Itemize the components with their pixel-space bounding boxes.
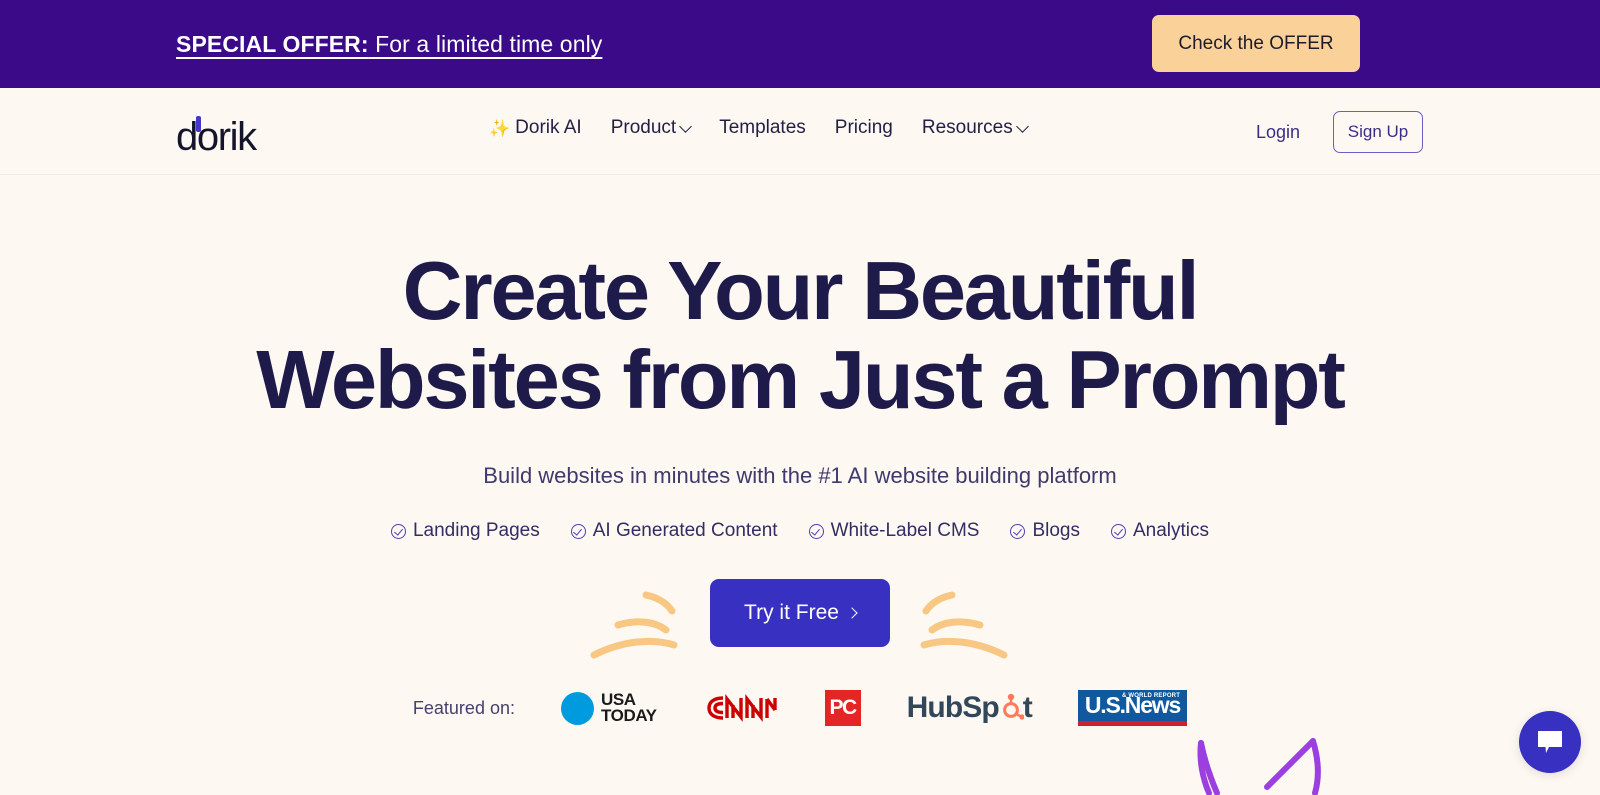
decorative-arcs-left <box>590 591 678 659</box>
signup-button[interactable]: Sign Up <box>1333 111 1423 153</box>
sparkle-icon: ✨ <box>489 118 511 138</box>
hero-title-line2: Websites from Just a Prompt <box>256 333 1346 426</box>
hero-title: Create Your Beautiful Websites from Just… <box>0 249 1600 421</box>
nav-item-resources[interactable]: Resources <box>921 117 1029 139</box>
hero-subtitle: Build websites in minutes with the #1 AI… <box>483 463 1117 488</box>
usa-today-line2: TODAY <box>600 706 657 725</box>
promo-rest-text: For a limited time only <box>368 31 603 57</box>
promo-banner: SPECIAL OFFER: For a limited time only C… <box>0 0 1600 88</box>
chevron-down-icon <box>679 119 693 133</box>
usa-today-wordmark: USA TODAY <box>600 691 657 725</box>
nav-label: Product <box>610 117 677 138</box>
feature-item-analytics: Analytics <box>1111 520 1209 542</box>
chat-widget-button[interactable] <box>1519 711 1581 773</box>
feature-label: Blogs <box>1032 520 1080 541</box>
check-circle-icon <box>390 523 406 539</box>
logo-wordmark: dorik <box>176 115 257 159</box>
check-circle-icon <box>1111 523 1126 539</box>
chat-bubble-icon <box>1538 731 1562 753</box>
chevron-down-icon <box>1015 119 1029 133</box>
logo-text: dorik <box>176 115 257 159</box>
logo-us-news: U.S.News & WORLD REPORT <box>1077 690 1188 726</box>
feature-list: Landing Pages AI Generated Content White… <box>0 520 1600 542</box>
nav-label: Resources <box>921 117 1013 138</box>
try-it-free-button[interactable]: Try it Free <box>710 579 890 647</box>
hero-section: Create Your Beautiful Websites from Just… <box>0 249 1600 659</box>
nav-item-templates[interactable]: Templates <box>719 117 806 139</box>
feature-label: AI Generated Content <box>592 520 778 541</box>
dorik-logo[interactable]: dorik <box>176 105 257 159</box>
cta-label: Try it Free <box>744 601 839 624</box>
hubspot-wordmark-part1: HubSp <box>906 691 1000 724</box>
logo-pc-magazine: PC <box>824 690 861 726</box>
usa-today-dot-icon <box>560 691 594 725</box>
nav-label: Pricing <box>834 117 893 138</box>
logo-cnn <box>703 691 779 725</box>
main-navigation: ✨ Dorik AI Product Templates Pricing Res… <box>489 117 1029 139</box>
feature-label: Analytics <box>1133 520 1210 541</box>
feature-item-blogs: Blogs <box>1010 520 1080 542</box>
site-header: dorik ✨ Dorik AI Product Templates Prici… <box>0 88 1600 175</box>
cta-area: Try it Free <box>0 577 1600 659</box>
us-news-tagline: & WORLD REPORT <box>1121 693 1181 699</box>
logo-usa-today: USA TODAY <box>560 691 657 725</box>
logo-accent-bar <box>196 116 201 132</box>
nav-label: Dorik AI <box>515 117 582 138</box>
login-link[interactable]: Login <box>1256 122 1300 143</box>
check-offer-button[interactable]: Check the OFFER <box>1152 15 1360 72</box>
promo-bold-text: SPECIAL OFFER: <box>176 31 369 57</box>
feature-item-white-label-cms: White-Label CMS <box>808 520 980 542</box>
hero-title-line1: Create Your Beautiful <box>402 244 1200 337</box>
feature-label: Landing Pages <box>412 520 540 541</box>
check-circle-icon <box>1010 523 1026 539</box>
featured-on-bar: Featured on: USA TODAY PC HubSp t U.S.Ne… <box>0 690 1600 726</box>
pc-wordmark: PC <box>829 696 858 719</box>
promo-message: SPECIAL OFFER: For a limited time only <box>176 31 602 58</box>
chevron-right-icon <box>846 607 858 619</box>
auth-actions: Login Sign Up <box>1256 111 1423 153</box>
nav-item-product[interactable]: Product <box>610 117 693 139</box>
decorative-arcs-right <box>920 591 1008 659</box>
decorative-squiggle <box>1197 738 1321 795</box>
hubspot-wordmark-part2: t <box>1022 691 1033 724</box>
feature-item-ai-generated-content: AI Generated Content <box>570 520 778 542</box>
featured-on-label: Featured on: <box>412 697 515 718</box>
feature-label: White-Label CMS <box>830 520 980 541</box>
nav-item-pricing[interactable]: Pricing <box>835 117 893 139</box>
logo-hubspot: HubSp t <box>906 691 1033 725</box>
nav-label: Templates <box>719 117 806 138</box>
nav-item-dorik-ai[interactable]: ✨ Dorik AI <box>489 117 582 139</box>
check-circle-icon <box>808 523 824 539</box>
cnn-wordmark-icon <box>706 694 777 722</box>
hubspot-sprocket-icon <box>1002 693 1024 720</box>
feature-item-landing-pages: Landing Pages <box>390 520 540 542</box>
check-circle-icon <box>570 523 586 539</box>
